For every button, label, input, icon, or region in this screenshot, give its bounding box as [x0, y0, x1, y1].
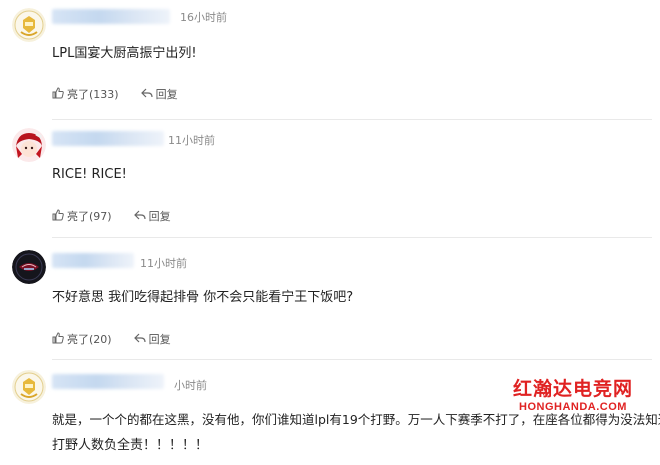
gold-badge-avatar-icon[interactable]	[12, 370, 46, 404]
comment-feed: 16小时前 LPL国宴大厨高振宁出列! 亮了(133) 回复 11小时前 RIC…	[0, 0, 660, 465]
watermark-en-text: HONGHANDA.COM	[519, 401, 627, 413]
watermark-cn-text: 红瀚达电竞网	[512, 378, 633, 400]
site-watermark: 红瀚达电竞网 HONGHANDA.COM	[498, 378, 648, 414]
username-redacted[interactable]	[52, 374, 164, 389]
comment-text-line2: 打野人数负全责！！！！！	[52, 438, 209, 453]
comment-time: 小时前	[174, 379, 207, 392]
